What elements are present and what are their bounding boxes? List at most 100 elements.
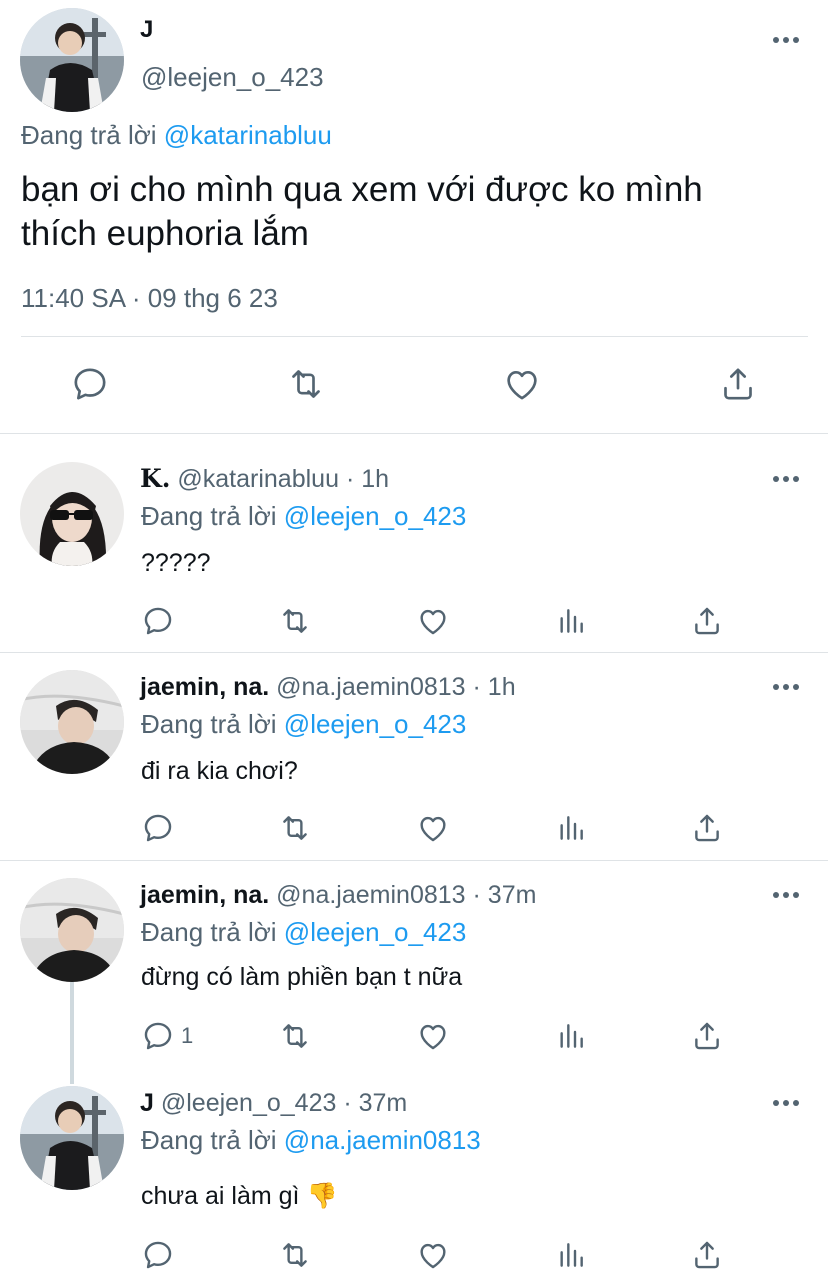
retweet-button[interactable]	[276, 1238, 314, 1272]
retweet-button[interactable]	[276, 604, 314, 638]
analytics-button[interactable]	[555, 1238, 587, 1272]
tweet-timestamp[interactable]: 11:40 SA · 09 thg 6 23	[21, 283, 278, 314]
replying-to: Đang trả lời @na.jaemin0813	[141, 1125, 481, 1156]
share-button[interactable]	[690, 1238, 724, 1272]
tweet-divider	[0, 860, 828, 861]
display-name[interactable]: J	[140, 1089, 154, 1117]
avatar[interactable]	[20, 878, 124, 982]
tweet-divider	[0, 652, 828, 653]
avatar[interactable]	[20, 1086, 124, 1190]
tweet-text-body: chưa ai làm gì	[141, 1182, 300, 1210]
reply-icon	[74, 368, 106, 400]
retweet-button[interactable]	[276, 811, 314, 845]
analytics-icon	[560, 816, 583, 840]
avatar[interactable]	[20, 670, 124, 774]
retweet-button[interactable]	[284, 364, 328, 404]
tweet-text: ?????	[141, 549, 211, 577]
reply-button[interactable]	[141, 811, 181, 845]
like-icon	[507, 371, 537, 400]
like-icon	[420, 816, 446, 842]
retweet-button[interactable]	[276, 1019, 314, 1053]
retweet-icon	[292, 370, 320, 398]
share-icon	[695, 1241, 719, 1269]
share-button[interactable]	[718, 364, 758, 404]
analytics-button[interactable]	[555, 1019, 587, 1053]
replying-to-handle[interactable]: @leejen_o_423	[284, 917, 467, 947]
avatar[interactable]	[20, 8, 124, 112]
tweet-header: jaemin, na. @na.jaemin0813 · 1h	[140, 673, 516, 702]
user-handle[interactable]: @katarinabluu	[177, 465, 339, 493]
like-button[interactable]	[415, 1238, 451, 1272]
replying-to-label: Đang trả lời	[141, 501, 277, 531]
share-icon	[724, 368, 752, 400]
tweet-text: chưa ai làm gì 👎	[141, 1181, 338, 1211]
more-options-icon[interactable]	[771, 469, 801, 489]
reply-count: 1	[181, 1023, 194, 1048]
reply-button[interactable]	[141, 604, 181, 638]
user-handle[interactable]: @na.jaemin0813	[276, 673, 465, 701]
analytics-icon	[560, 609, 583, 633]
thumbs-down-emoji: 👎	[306, 1181, 338, 1210]
tweet-header: J @leejen_o_423 · 37m	[140, 1089, 407, 1118]
replying-to-label: Đang trả lời	[21, 120, 157, 150]
user-handle[interactable]: @leejen_o_423	[161, 1089, 337, 1117]
like-button[interactable]	[415, 604, 451, 638]
tweet-text: đừng có làm phiền bạn t nữa	[141, 963, 463, 991]
reply-button[interactable]	[70, 364, 110, 404]
tweet-header: jaemin, na. @na.jaemin0813 · 37m	[140, 881, 536, 910]
share-button[interactable]	[690, 604, 724, 638]
analytics-button[interactable]	[555, 604, 587, 638]
reply-icon	[144, 1241, 172, 1269]
retweet-icon	[283, 609, 307, 633]
reply-icon	[144, 607, 172, 635]
more-options-icon[interactable]	[771, 30, 801, 50]
tweet-time[interactable]: · 1h	[473, 673, 516, 701]
replying-to-label: Đang trả lời	[141, 1125, 277, 1155]
reply-button[interactable]: 1	[141, 1019, 193, 1053]
avatar[interactable]	[20, 462, 124, 566]
more-options-icon[interactable]	[771, 677, 801, 697]
analytics-icon	[560, 1024, 583, 1048]
tweet-header: K. @katarinabluu · 1h	[140, 464, 389, 494]
share-button[interactable]	[690, 1019, 724, 1053]
stats-divider	[21, 336, 808, 337]
retweet-icon	[283, 1243, 307, 1267]
replying-to-handle[interactable]: @leejen_o_423	[284, 709, 467, 739]
thread-line	[70, 980, 74, 1084]
more-options-icon[interactable]	[771, 1093, 801, 1113]
tweet-text: đi ra kia chơi?	[141, 757, 298, 785]
replying-to: Đang trả lời @leejen_o_423	[141, 709, 466, 740]
reply-button[interactable]	[141, 1238, 181, 1272]
share-icon	[695, 814, 719, 842]
display-name[interactable]: jaemin, na.	[140, 673, 269, 701]
display-name[interactable]: K.	[140, 464, 170, 493]
replying-to-handle[interactable]: @katarinabluu	[164, 120, 332, 150]
tweet-time[interactable]: · 37m	[473, 881, 537, 909]
replying-to-handle[interactable]: @leejen_o_423	[284, 501, 467, 531]
reply-icon	[144, 1022, 172, 1050]
display-name[interactable]: jaemin, na.	[140, 881, 269, 909]
replying-to: Đang trả lời @leejen_o_423	[141, 501, 466, 532]
reply-icon	[144, 814, 172, 842]
tweet-time[interactable]: · 37m	[343, 1089, 407, 1117]
replying-to-label: Đang trả lời	[141, 917, 277, 947]
replying-to: Đang trả lời @leejen_o_423	[141, 917, 466, 948]
like-icon	[420, 1024, 446, 1050]
retweet-icon	[283, 1024, 307, 1048]
user-handle[interactable]: @leejen_o_423	[141, 62, 324, 93]
share-button[interactable]	[690, 811, 724, 845]
more-options-icon[interactable]	[771, 885, 801, 905]
tweet-time[interactable]: · 1h	[346, 465, 389, 493]
like-button[interactable]	[415, 1019, 451, 1053]
display-name[interactable]: J	[140, 16, 153, 44]
section-divider	[0, 433, 828, 434]
replying-to: Đang trả lời @katarinabluu	[21, 120, 332, 151]
user-handle[interactable]: @na.jaemin0813	[276, 881, 465, 909]
replying-to-label: Đang trả lời	[141, 709, 277, 739]
share-icon	[695, 1022, 719, 1050]
replying-to-handle[interactable]: @na.jaemin0813	[284, 1125, 481, 1155]
like-button[interactable]	[415, 811, 451, 845]
analytics-button[interactable]	[555, 811, 587, 845]
tweet-text-line-2: thích euphoria lắm	[21, 214, 309, 253]
like-button[interactable]	[501, 364, 543, 404]
